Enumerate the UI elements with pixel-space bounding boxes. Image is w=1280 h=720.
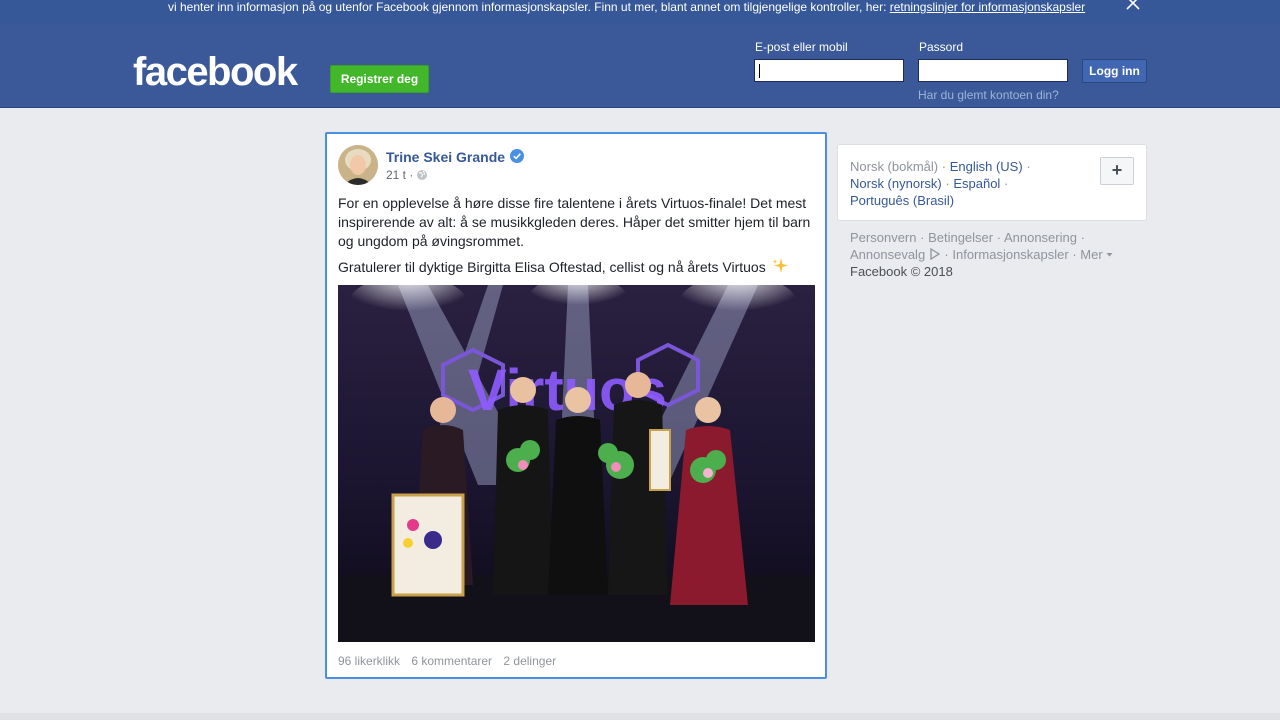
language-english-us[interactable]: English (US) bbox=[950, 159, 1023, 174]
password-field[interactable] bbox=[918, 59, 1068, 82]
adchoices-icon bbox=[930, 248, 941, 260]
language-selector: Norsk (bokmål) · English (US) · Norsk (n… bbox=[837, 144, 1147, 221]
comments-count[interactable]: 6 kommentarer bbox=[411, 654, 492, 668]
forgot-account-link[interactable]: Har du glemt kontoen din? bbox=[918, 88, 1059, 102]
separator: · bbox=[945, 176, 950, 191]
login-button[interactable]: Logg inn bbox=[1082, 59, 1147, 83]
avatar-image bbox=[338, 145, 378, 185]
globe-icon bbox=[417, 170, 427, 180]
password-label: Passord bbox=[919, 40, 964, 54]
language-espanol[interactable]: Español bbox=[953, 176, 1000, 191]
separator: · bbox=[996, 230, 1004, 245]
footer-link-mer[interactable]: Mer bbox=[1080, 247, 1102, 262]
facebook-logo[interactable]: facebook bbox=[133, 49, 298, 95]
cookie-banner: vi henter inn informasjon på og utenfor … bbox=[0, 0, 1280, 24]
cookie-banner-text: vi henter inn informasjon på og utenfor … bbox=[168, 0, 1085, 14]
separator: · bbox=[920, 230, 929, 245]
separator: · bbox=[1080, 230, 1085, 245]
verified-badge-icon bbox=[510, 149, 524, 163]
email-field[interactable] bbox=[754, 59, 904, 82]
cookie-policy-link[interactable]: retningslinjer for informasjonskapsler bbox=[890, 0, 1085, 14]
post-author[interactable]: Trine Skei Grande bbox=[386, 148, 505, 166]
post-stats: 96 likerklikk 6 kommentarer 2 delinger bbox=[338, 653, 564, 669]
page-bottom-divider bbox=[0, 713, 1280, 720]
footer-link-annonsevalg[interactable]: Annonsevalg bbox=[850, 247, 925, 262]
cookie-banner-message: vi henter inn informasjon på og utenfor … bbox=[168, 0, 890, 14]
post-timestamp[interactable]: 21 t · bbox=[386, 168, 413, 182]
register-button[interactable]: Registrer deg bbox=[330, 65, 429, 93]
language-list: Norsk (bokmål) · English (US) · Norsk (n… bbox=[850, 158, 1031, 209]
separator: · bbox=[1003, 176, 1009, 191]
email-label: E-post eller mobil bbox=[755, 40, 848, 54]
chevron-down-icon bbox=[1106, 253, 1113, 257]
text-cursor bbox=[759, 64, 760, 78]
post-photo[interactable]: Virtuos bbox=[338, 285, 815, 642]
post-card: Trine Skei Grande 21 t · For en opplevel… bbox=[325, 132, 827, 679]
footer-link-informasjonskapsler[interactable]: Informasjonskapsler bbox=[952, 247, 1068, 262]
footer-links: Personvern · Betingelser · Annonsering ·… bbox=[850, 229, 1140, 280]
stage-photo-image: Virtuos bbox=[338, 285, 815, 642]
separator: · bbox=[1026, 159, 1031, 174]
post-body-text: For en opplevelse å høre disse fire tale… bbox=[338, 195, 811, 249]
footer-link-personvern[interactable]: Personvern bbox=[850, 230, 916, 245]
top-header: facebook Registrer deg E-post eller mobi… bbox=[0, 24, 1280, 108]
copyright-text: Facebook © 2018 bbox=[850, 264, 953, 279]
language-portugues-brasil[interactable]: Português (Brasil) bbox=[850, 193, 954, 208]
language-norsk-nynorsk[interactable]: Norsk (nynorsk) bbox=[850, 176, 942, 191]
footer-link-annonsering[interactable]: Annonsering bbox=[1004, 230, 1077, 245]
post-congrats-text: Gratulerer til dyktige Birgitta Elisa Of… bbox=[338, 259, 766, 275]
post-congrats-line: Gratulerer til dyktige Birgitta Elisa Of… bbox=[338, 257, 816, 277]
close-icon[interactable] bbox=[1124, 0, 1142, 12]
avatar[interactable] bbox=[338, 145, 378, 185]
shares-count[interactable]: 2 delinger bbox=[503, 654, 556, 668]
sparkles-icon bbox=[772, 258, 788, 273]
add-language-button[interactable]: + bbox=[1100, 157, 1134, 185]
footer-link-betingelser[interactable]: Betingelser bbox=[928, 230, 993, 245]
separator: · bbox=[941, 159, 947, 174]
likes-count[interactable]: 96 likerklikk bbox=[338, 654, 400, 668]
language-current: Norsk (bokmål) bbox=[850, 159, 939, 174]
